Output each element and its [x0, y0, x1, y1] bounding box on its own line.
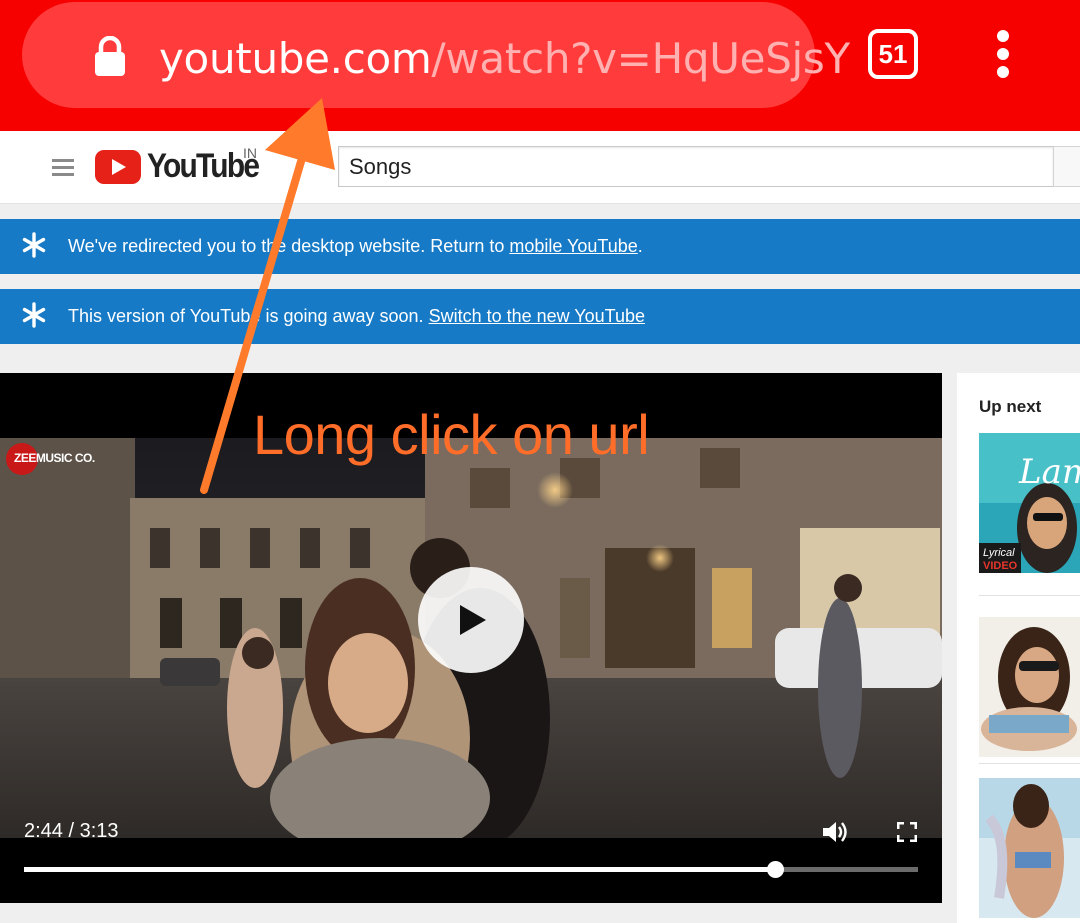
thumbnail-title-text: Lam: [1018, 452, 1080, 492]
volume-icon[interactable]: [823, 820, 849, 844]
search-button[interactable]: [1053, 146, 1080, 187]
lock-icon: [95, 36, 125, 76]
progress-scrubber[interactable]: [767, 861, 784, 878]
more-options-icon[interactable]: [988, 28, 1018, 80]
asterisk-icon: [22, 302, 46, 328]
screen: youtube.com/watch?v=HqUeSjsY 51 YouTube …: [0, 0, 1080, 923]
time-display: 2:44 / 3:13: [24, 820, 119, 842]
youtube-masthead: YouTube IN Songs: [0, 131, 1080, 204]
asterisk-icon: [22, 232, 46, 258]
guide-menu-icon[interactable]: [52, 159, 74, 177]
up-next-thumbnail[interactable]: Lam Lyrical VIDEO: [979, 433, 1080, 573]
alert-message: This version of YouTube is going away so…: [68, 305, 645, 327]
instruction-annotation: Long click on url: [253, 403, 650, 466]
play-button[interactable]: [418, 567, 524, 673]
alert-deprecation: This version of YouTube is going away so…: [0, 289, 1080, 344]
divider: [979, 595, 1080, 596]
switch-new-youtube-link[interactable]: Switch to the new YouTube: [429, 306, 645, 326]
thumbnail-caption-bottom: VIDEO: [983, 560, 1018, 572]
mobile-youtube-link[interactable]: mobile YouTube: [509, 236, 637, 256]
alert-redirect: We've redirected you to the desktop webs…: [0, 219, 1080, 274]
play-icon: [460, 605, 486, 635]
url-path: /watch?v=HqUeSjsY: [431, 34, 851, 83]
country-code: IN: [243, 145, 257, 161]
progress-fill: [24, 867, 775, 872]
up-next-thumbnail[interactable]: [979, 778, 1080, 918]
url-text[interactable]: youtube.com/watch?v=HqUeSjsY: [159, 31, 850, 87]
fullscreen-icon[interactable]: [897, 822, 917, 842]
browser-toolbar: youtube.com/watch?v=HqUeSjsY 51: [0, 0, 1080, 131]
alert-text: This version of YouTube is going away so…: [68, 306, 429, 326]
divider: [979, 763, 1080, 764]
youtube-wordmark[interactable]: YouTube: [147, 147, 260, 186]
search-value: Songs: [349, 154, 412, 179]
thumbnail-caption-top: Lyrical: [983, 547, 1015, 559]
youtube-logo-icon[interactable]: [95, 150, 141, 184]
alert-suffix: .: [637, 236, 643, 256]
channel-watermark: ZEEMUSIC CO.: [14, 451, 95, 465]
up-next-title: Up next: [979, 397, 1042, 416]
progress-bar[interactable]: [24, 861, 918, 878]
up-next-sidebar: Up next Lam Lyrical VIDEO: [957, 373, 1080, 923]
alert-text: We've redirected you to the desktop webs…: [68, 236, 510, 256]
tab-switcher-button[interactable]: 51: [868, 29, 918, 79]
address-bar[interactable]: youtube.com/watch?v=HqUeSjsY: [22, 2, 850, 108]
alert-message: We've redirected you to the desktop webs…: [68, 235, 643, 257]
url-domain: youtube.com: [159, 34, 432, 83]
search-input[interactable]: Songs: [338, 146, 1054, 187]
up-next-thumbnail[interactable]: [979, 617, 1080, 757]
